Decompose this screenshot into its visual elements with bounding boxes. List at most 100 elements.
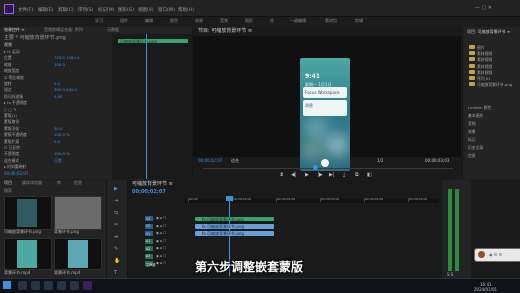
step-back-icon[interactable]: ◀▏	[291, 172, 299, 178]
effect-value[interactable]: 正常	[54, 158, 62, 164]
camera-icon[interactable]: ◧	[367, 172, 372, 178]
track-select-tool-icon[interactable]: ⇥	[114, 198, 118, 204]
bin-thumb-4[interactable]	[54, 238, 102, 270]
project-subtab[interactable]: 历史记录	[468, 145, 483, 151]
effect-row[interactable]: 缩放宽度	[4, 68, 19, 74]
razor-tool-icon[interactable]: ✂	[114, 222, 118, 228]
project-subtab[interactable]: 音频	[468, 121, 476, 127]
track-toggles[interactable]: ◉ ◈ ☐	[156, 216, 166, 220]
project-item[interactable]: 素材视频	[477, 64, 492, 70]
project-item[interactable]: 序列 01	[477, 76, 491, 82]
menu-graphics[interactable]: 图形(G)	[118, 7, 134, 13]
effect-value[interactable]: 100.0 %	[54, 132, 70, 137]
search-taskbar-icon[interactable]	[18, 281, 27, 290]
effect-row[interactable]: ▸ fx 运动	[4, 49, 20, 55]
menu-edit[interactable]: 编辑(E)	[38, 7, 53, 13]
ripple-tool-icon[interactable]: ⇆	[114, 210, 118, 216]
effect-row[interactable]: ▸ fx 不透明度	[4, 100, 27, 106]
tab-audio-mixer[interactable]: 音频剪辑混合器: 序列	[44, 27, 83, 33]
track-toggles[interactable]: ◉ ◈ ☐	[156, 254, 166, 258]
project-item[interactable]: 素材视频	[477, 51, 492, 57]
tab-info[interactable]: 信息	[74, 180, 82, 186]
project-item[interactable]: 素材视频	[477, 70, 492, 76]
effect-row[interactable]: 蒙版路径	[4, 119, 19, 125]
workspace-color[interactable]: 颜色	[170, 18, 178, 24]
workspace-audio[interactable]: 音频	[220, 18, 228, 24]
effect-row[interactable]: 位置	[4, 55, 12, 61]
effect-row[interactable]: 蒙版扩展	[4, 139, 19, 145]
store-icon[interactable]	[70, 281, 79, 290]
workspace-graphics[interactable]: 图形	[245, 18, 253, 24]
edge-icon[interactable]	[44, 281, 53, 290]
step-forward-icon[interactable]: ▕▶	[315, 172, 323, 178]
tab-project[interactable]: 项目	[4, 180, 12, 186]
selection-tool-icon[interactable]: ▶	[114, 186, 118, 192]
program-tab[interactable]: 节目: 可缩放背景环节 ≡	[198, 28, 252, 34]
tab-effect-controls[interactable]: 效果控件 ≡	[4, 27, 25, 33]
track-toggles[interactable]: ◉ ◈ ☐	[156, 261, 166, 265]
effect-row[interactable]: ▸ 时间重映射	[4, 164, 26, 170]
menu-window[interactable]: 窗口(W)	[158, 7, 175, 13]
program-timecode-left[interactable]: 00;00;02;07	[198, 158, 222, 163]
effect-row[interactable]: ☑ 等比缩放	[4, 75, 24, 81]
effect-row[interactable]: ○ □ ✎	[4, 107, 17, 112]
menu-view[interactable]: 视图(V)	[138, 7, 154, 13]
workspace-effects[interactable]: 效果	[195, 18, 203, 24]
program-playhead-icon[interactable]	[313, 165, 318, 170]
effect-row[interactable]: 蒙版(1)	[4, 113, 17, 119]
effect-row[interactable]: 不透明度	[4, 151, 19, 157]
track-toggles[interactable]: ◉ ◈ ☐	[156, 246, 166, 250]
toolbar-icons[interactable]: ◉ ☰ ⚙	[489, 252, 502, 257]
project-subtab[interactable]: 效果	[468, 129, 476, 135]
menu-sequence[interactable]: 序列(S)	[78, 7, 93, 13]
tab-metadata[interactable]: 元数据	[107, 27, 119, 33]
project-subtab[interactable]: 基本图形	[468, 113, 483, 119]
play-icon[interactable]: ▶	[305, 172, 309, 178]
track-toggles[interactable]: ◉ ◈ ☐	[156, 224, 166, 228]
pen-tool-icon[interactable]: ✎	[114, 246, 118, 252]
effect-value[interactable]: 0.0	[54, 139, 60, 144]
project-subtab[interactable]: 标记	[468, 137, 476, 143]
timeline-ruler[interactable]	[184, 198, 439, 203]
program-scrubber[interactable]	[203, 168, 453, 169]
effect-value[interactable]: 100.0 %	[54, 151, 70, 156]
project-subtab[interactable]: Lumetri 颜色	[468, 105, 491, 111]
mark-in-icon[interactable]: ⧗	[280, 172, 284, 178]
resolution-dropdown[interactable]: 1/2	[377, 158, 383, 163]
windows-start-icon[interactable]	[3, 281, 11, 289]
floating-toolbar[interactable]: ◉ ☰ ⚙	[474, 248, 520, 262]
project-subtab[interactable]: 信息	[468, 153, 476, 159]
effect-row[interactable]: 蒙版羽化	[4, 126, 19, 132]
project-item[interactable]: 可缩放背景环节.png	[477, 82, 512, 88]
fit-dropdown[interactable]: 适合	[231, 158, 239, 163]
project-item[interactable]: 图片	[477, 45, 485, 51]
effect-row[interactable]: 锚点	[4, 87, 12, 93]
overwrite-icon[interactable]: ⧉	[355, 172, 359, 178]
effect-row[interactable]: 缩放	[4, 62, 12, 68]
effect-row[interactable]: ☐ 已反转	[4, 145, 20, 151]
menu-help[interactable]: 帮助(H)	[178, 7, 194, 13]
bin-thumb-2[interactable]	[54, 196, 102, 230]
timeline-timecode[interactable]: 00;00;02;07	[132, 189, 166, 195]
workspace-libraries[interactable]: 库	[270, 18, 274, 24]
effect-row[interactable]: 混合模式	[4, 158, 19, 164]
timeline-tab[interactable]: 可缩放背景环节 ≡	[132, 181, 173, 187]
meter-solo-buttons[interactable]: S S	[447, 272, 453, 277]
window-controls[interactable]: — ▢ ✕	[475, 5, 492, 11]
effect-row[interactable]: 旋转	[4, 81, 12, 87]
tab-media-browser[interactable]: 媒体浏览器	[22, 180, 42, 186]
insert-icon[interactable]: ⤓	[343, 172, 345, 178]
menu-clip[interactable]: 剪辑(C)	[58, 7, 74, 13]
effect-value[interactable]: 50.0	[54, 126, 62, 131]
effect-value[interactable]: 0.00	[54, 94, 62, 99]
mini-playhead[interactable]	[146, 34, 147, 179]
go-to-out-icon[interactable]: ▶|	[329, 172, 335, 178]
bin-thumb-3[interactable]	[4, 238, 52, 270]
track-toggles[interactable]: ◉ ◈ ☐	[156, 239, 166, 243]
bin-thumb-1[interactable]	[4, 196, 52, 230]
task-view-icon[interactable]	[31, 281, 40, 290]
effect-value[interactable]: 720.0 1280.0	[54, 55, 79, 60]
slip-tool-icon[interactable]: ⇹	[114, 234, 118, 240]
workspace-editing[interactable]: 编辑	[145, 18, 153, 24]
folder-icon[interactable]	[57, 281, 66, 290]
